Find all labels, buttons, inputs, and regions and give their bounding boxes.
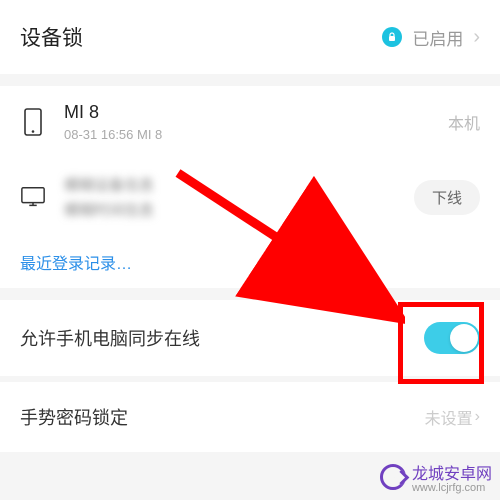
device-subtitle: 08-31 16:56 MI 8 xyxy=(64,127,162,142)
device-list: MI 8 08-31 16:56 MI 8 本机 模糊设备信息 模糊时间信息 下… xyxy=(0,86,500,288)
offline-button[interactable]: 下线 xyxy=(414,180,480,215)
setting-label: 允许手机电脑同步在线 xyxy=(20,325,200,351)
watermark-url: www.lcjrfg.com xyxy=(412,482,492,494)
section-gap xyxy=(0,74,500,86)
page-title: 设备锁 xyxy=(20,22,83,52)
watermark-text: 龙城安卓网 xyxy=(412,466,492,483)
device-info: MI 8 08-31 16:56 MI 8 xyxy=(64,102,162,142)
device-info: 模糊设备信息 模糊时间信息 xyxy=(64,174,154,220)
lock-icon xyxy=(382,27,402,47)
value-text: 未设置 xyxy=(425,405,473,429)
recent-login-link[interactable]: 最近登录记录… xyxy=(0,236,500,288)
setting-sync-online[interactable]: 允许手机电脑同步在线 xyxy=(0,300,500,376)
device-left: 模糊设备信息 模糊时间信息 xyxy=(20,174,154,220)
desktop-icon xyxy=(20,184,46,210)
gesture-lock-value: 未设置 › xyxy=(425,405,480,429)
status-label: 已启用 xyxy=(412,25,463,50)
device-left: MI 8 08-31 16:56 MI 8 xyxy=(20,102,162,142)
sync-online-toggle[interactable] xyxy=(424,322,480,354)
device-lock-header[interactable]: 设备锁 已启用 › xyxy=(0,0,500,74)
device-row-current[interactable]: MI 8 08-31 16:56 MI 8 本机 xyxy=(0,86,500,158)
device-badge-local: 本机 xyxy=(448,110,480,134)
toggle-knob xyxy=(450,324,478,352)
watermark-icon xyxy=(380,464,406,490)
setting-gesture-lock[interactable]: 手势密码锁定 未设置 › xyxy=(0,382,500,452)
device-name: MI 8 xyxy=(64,102,162,123)
device-row-other[interactable]: 模糊设备信息 模糊时间信息 下线 xyxy=(0,158,500,236)
device-subtitle-blurred: 模糊时间信息 xyxy=(64,199,154,220)
header-status-group: 已启用 › xyxy=(382,25,480,50)
phone-icon xyxy=(20,109,46,135)
watermark-text-group: 龙城安卓网 www.lcjrfg.com xyxy=(412,460,492,494)
setting-label: 手势密码锁定 xyxy=(20,404,128,430)
chevron-right-icon: › xyxy=(475,408,480,426)
device-name-blurred: 模糊设备信息 xyxy=(64,174,154,195)
watermark: 龙城安卓网 www.lcjrfg.com xyxy=(380,460,492,494)
section-gap xyxy=(0,288,500,300)
chevron-right-icon: › xyxy=(473,26,480,49)
